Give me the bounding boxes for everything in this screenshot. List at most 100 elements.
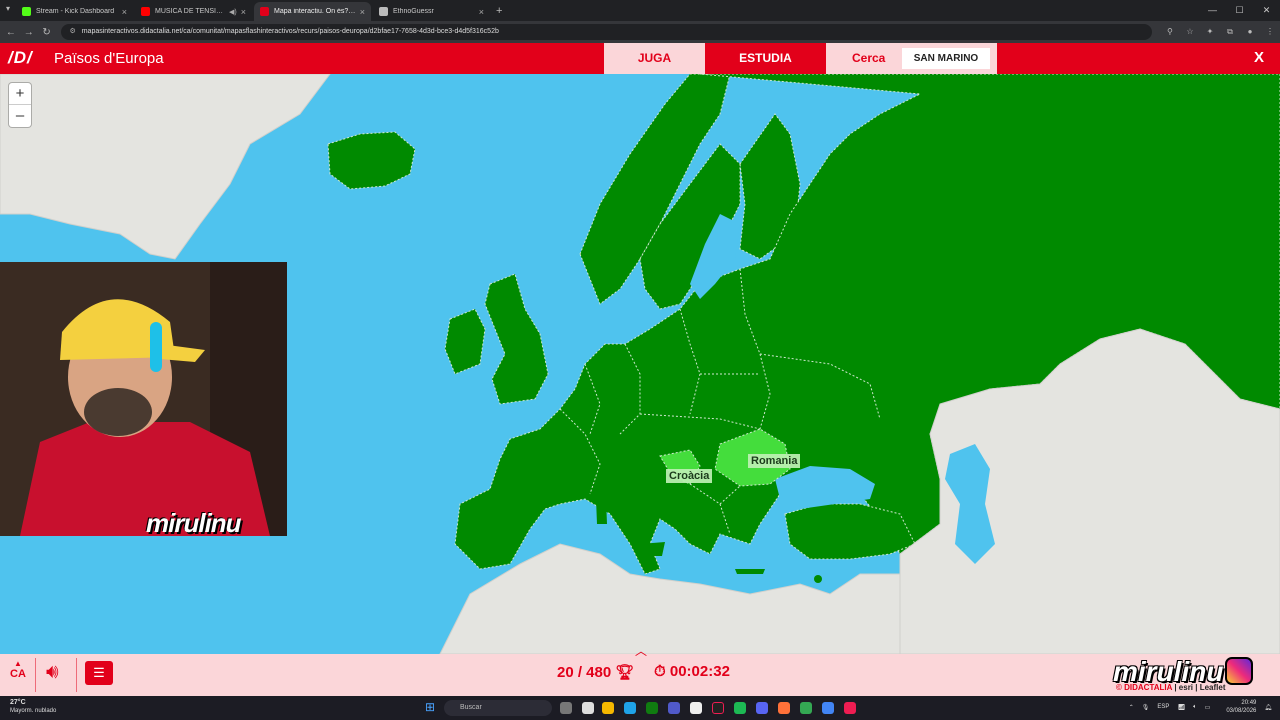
island-cyprus	[814, 575, 822, 583]
firefox-icon[interactable]	[778, 702, 790, 714]
file-explorer-icon[interactable]	[602, 702, 614, 714]
spotify-icon[interactable]	[734, 702, 746, 714]
minimize-icon[interactable]: —	[1199, 0, 1226, 21]
new-tab-icon[interactable]: +	[496, 2, 502, 21]
language-selector[interactable]: ▲ CA	[8, 659, 28, 681]
didactalia-icon	[260, 7, 269, 16]
zoom-icon[interactable]: ⚲	[1160, 27, 1180, 37]
kick-icon	[22, 7, 31, 16]
app-header: /D/ Països d'Europa JUGA ESTUDIA Cerca S…	[0, 43, 1280, 74]
extensions-menu-icon[interactable]: ⧉	[1220, 27, 1240, 37]
score-value: 20 / 480	[557, 664, 612, 681]
notification-icon[interactable]: 🔔︎	[1264, 704, 1272, 711]
caret-up-icon: ▲	[14, 659, 22, 668]
game-timer: ⏱︎ 00:02:32	[654, 663, 730, 680]
windows-start-icon[interactable]: ⊞	[425, 701, 437, 713]
label-croatia: Croàcia	[666, 469, 713, 483]
speaker-icon[interactable]: ◀)	[229, 8, 237, 16]
close-window-icon[interactable]: ✕	[1253, 0, 1280, 21]
timer-value: 00:02:32	[669, 663, 730, 680]
store-icon[interactable]	[690, 702, 702, 714]
tab-kick-dashboard[interactable]: Stream - Kick Dashboard ×	[16, 2, 133, 21]
chevron-up-icon[interactable]: ⌃	[1129, 704, 1134, 711]
windows-taskbar: 27°C Mayorm. nublado ⊞ Buscar ⌃ 🎙︎ ESP 📶…	[0, 696, 1280, 720]
profile-icon[interactable]: ●	[1240, 27, 1260, 37]
ethnoguessr-icon	[379, 7, 388, 16]
tab-label: MÚSICA DE TENSIÓ D''EL	[155, 8, 226, 15]
score-counter: 20 / 480 🏆︎	[557, 663, 634, 681]
divider	[76, 658, 77, 692]
zoom-in-button[interactable]: +	[9, 83, 31, 105]
weather-widget[interactable]: 27°C Mayorm. nublado	[10, 699, 56, 715]
study-button[interactable]: ESTUDIA	[705, 43, 826, 74]
window-controls: — ☐ ✕	[1199, 0, 1280, 21]
esri-credit: esri	[1178, 683, 1194, 692]
tab-search-icon[interactable]: ▾	[6, 4, 10, 13]
streamer-video	[0, 262, 287, 536]
youtube-icon	[141, 7, 150, 16]
didactalia-credit: © DIDACTALIA	[1116, 683, 1173, 692]
leaflet-credit[interactable]: Leaflet	[1200, 683, 1226, 692]
tab-label: EthnoGuessr	[393, 8, 434, 15]
wifi-icon[interactable]: 📶︎	[1177, 704, 1185, 711]
xbox-icon[interactable]	[646, 702, 658, 714]
island-crete	[735, 569, 765, 574]
chrome-icon[interactable]	[800, 702, 812, 714]
speaker-icon[interactable]: 🔊︎	[46, 661, 59, 684]
instagram-icon	[1225, 657, 1253, 685]
tab-ethnoguessr[interactable]: EthnoGuessr ×	[373, 2, 490, 21]
zoom-control: + –	[9, 83, 31, 127]
clock[interactable]: 20:49 03/08/2026	[1218, 699, 1256, 715]
greenland-land	[0, 74, 331, 260]
volume-icon[interactable]: 🔈︎	[1193, 704, 1197, 711]
forward-icon[interactable]: →	[22, 27, 36, 38]
site-info-icon[interactable]: ⚙	[69, 24, 75, 40]
close-tab-icon[interactable]: ×	[479, 7, 484, 17]
browser-tab-strip: ▾ Stream - Kick Dashboard × MÚSICA DE TE…	[0, 0, 1280, 21]
discord-icon[interactable]	[756, 702, 768, 714]
country-ireland	[444, 308, 486, 375]
input-language[interactable]: ESP	[1157, 704, 1169, 710]
country-iceland	[327, 131, 416, 190]
microphone-icon[interactable]: 🎙︎	[1142, 704, 1150, 711]
temperature: 27°C	[10, 699, 26, 706]
stopwatch-icon: ⏱︎	[654, 663, 666, 680]
clock-date: 03/08/2026	[1226, 708, 1257, 714]
game-status-bar: ︿ ▲ CA 🔊︎ ☰ 20 / 480 🏆︎ ⏱︎ 00:02:32	[0, 644, 1280, 696]
play-button[interactable]: JUGA	[604, 43, 705, 74]
close-tab-icon[interactable]: ×	[122, 7, 127, 17]
taskbar-search[interactable]: Buscar	[444, 700, 552, 716]
reload-icon[interactable]: ↻	[40, 27, 54, 38]
battery-icon[interactable]: ▭	[1205, 704, 1211, 711]
chrome-profile-icon[interactable]	[822, 702, 834, 714]
tab-label: Mapa interactiu. On és? Països	[274, 8, 356, 15]
webcam-overlay	[0, 262, 287, 536]
tab-music[interactable]: MÚSICA DE TENSIÓ D''EL ◀) ×	[135, 2, 252, 21]
teams-icon[interactable]	[668, 702, 680, 714]
menu-icon[interactable]: ⋮	[1260, 27, 1280, 37]
tab-label: Stream - Kick Dashboard	[36, 8, 115, 15]
edge-icon[interactable]	[624, 702, 636, 714]
bookmark-star-icon[interactable]: ☆	[1180, 27, 1200, 37]
tab-mapa-interactiu[interactable]: Mapa interactiu. On és? Països ×	[254, 2, 371, 21]
notes-app-icon[interactable]	[582, 702, 594, 714]
island-corsica	[600, 472, 606, 492]
target-country: SAN MARINO	[902, 48, 990, 69]
maximize-icon[interactable]: ☐	[1226, 0, 1253, 21]
task-view-icon[interactable]	[560, 702, 572, 714]
island-sardinia	[596, 499, 607, 524]
zoom-out-button[interactable]: –	[9, 105, 31, 127]
back-icon[interactable]: ←	[4, 27, 18, 38]
tiktok-live-icon[interactable]	[844, 702, 856, 714]
close-app-button[interactable]: X	[1254, 49, 1264, 66]
country-united-kingdom	[484, 273, 549, 405]
label-romania: Romania	[748, 454, 801, 468]
address-bar[interactable]: ⚙ mapasinteractivos.didactalia.net/ca/co…	[61, 24, 1152, 40]
close-tab-icon[interactable]: ×	[241, 7, 246, 17]
close-tab-icon[interactable]: ×	[360, 7, 365, 17]
chat-icon[interactable]: ☰	[85, 661, 113, 685]
tiktok-icon[interactable]	[712, 702, 724, 714]
chevron-up-icon[interactable]: ︿	[635, 642, 647, 659]
extension-icon[interactable]: ✦	[1200, 27, 1220, 37]
browser-toolbar: ← → ↻ ⚙ mapasinteractivos.didactalia.net…	[0, 21, 1280, 43]
